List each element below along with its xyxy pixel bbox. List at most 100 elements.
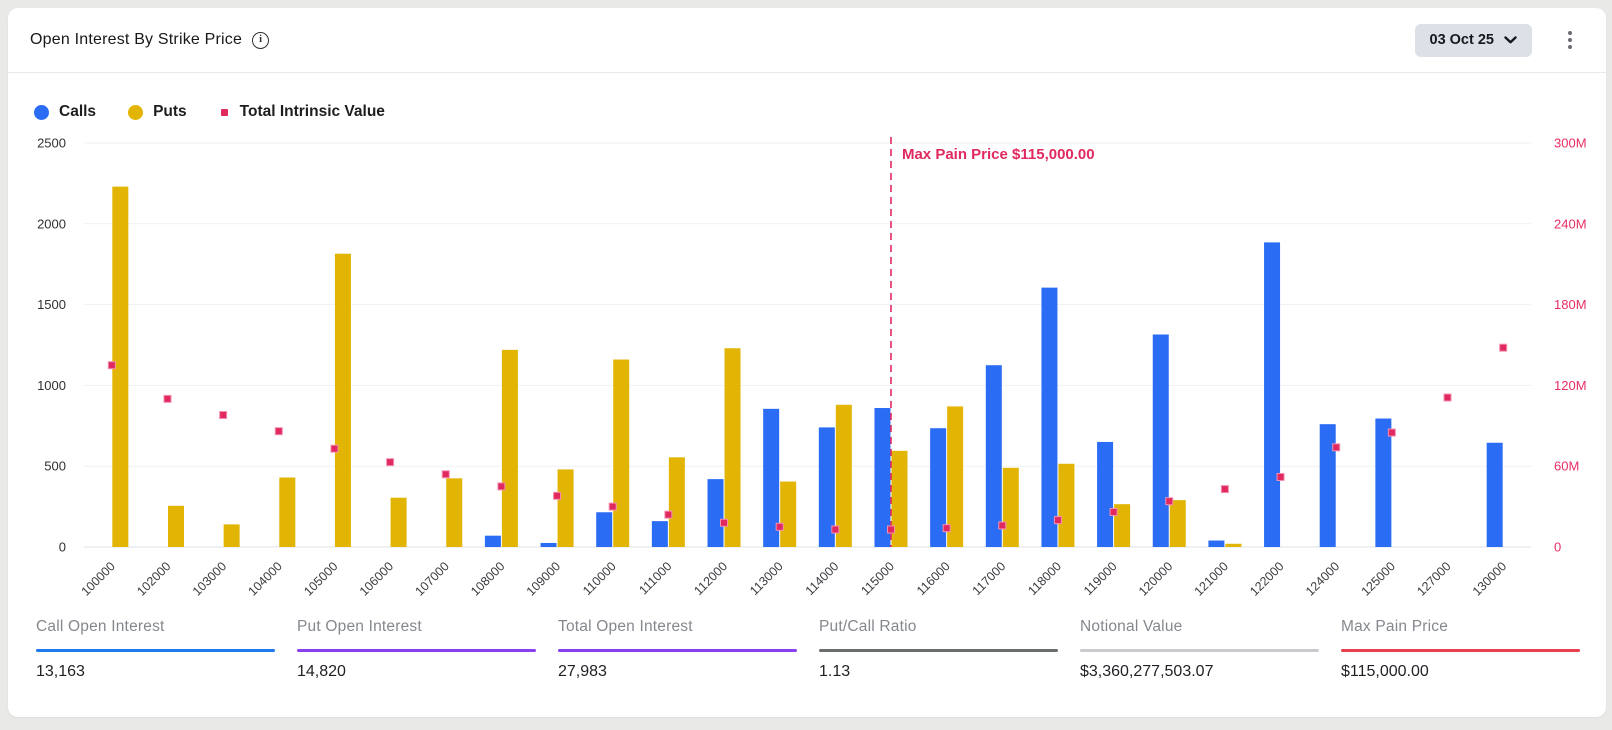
intrinsic-value-dot-106000[interactable] — [387, 459, 394, 466]
date-selector-label: 03 Oct 25 — [1430, 32, 1495, 48]
intrinsic-value-dot-124000[interactable] — [1333, 444, 1340, 451]
kebab-menu-icon[interactable] — [1564, 27, 1576, 53]
intrinsic-value-dot-113000[interactable] — [776, 523, 783, 530]
x-axis-label: 127000 — [1414, 559, 1453, 598]
puts-bar-104000[interactable] — [279, 478, 295, 547]
right-axis-tick: 180M — [1554, 297, 1587, 312]
info-icon[interactable]: i — [252, 32, 269, 49]
intrinsic-value-dot-100000[interactable] — [108, 362, 115, 369]
puts-bar-121000[interactable] — [1225, 544, 1241, 547]
x-axis-label: 111000 — [636, 559, 674, 597]
calls-bar-112000[interactable] — [708, 479, 724, 547]
calls-bar-120000[interactable] — [1153, 334, 1169, 547]
x-axis-label: 108000 — [468, 559, 507, 598]
legend-item-puts[interactable]: Puts — [128, 103, 187, 121]
x-axis-label: 124000 — [1303, 559, 1342, 598]
puts-bar-106000[interactable] — [391, 498, 407, 547]
puts-bar-108000[interactable] — [502, 350, 518, 547]
x-axis-label: 107000 — [412, 559, 451, 598]
intrinsic-value-dot-117000[interactable] — [999, 522, 1006, 529]
right-axis-tick: 0 — [1554, 540, 1561, 555]
stat-call-open-interest: Call Open Interest13,163 — [36, 618, 275, 681]
stat-notional-value: Notional Value$3,360,277,503.07 — [1080, 618, 1319, 681]
intrinsic-value-dot-127000[interactable] — [1444, 394, 1451, 401]
puts-bar-111000[interactable] — [669, 457, 685, 547]
x-axis-label: 121000 — [1192, 559, 1231, 598]
intrinsic-value-dot-120000[interactable] — [1166, 498, 1173, 505]
calls-bar-121000[interactable] — [1208, 541, 1224, 547]
stat-label: Call Open Interest — [36, 618, 275, 636]
intrinsic-value-dot-109000[interactable] — [554, 492, 561, 499]
x-axis-label: 106000 — [357, 559, 396, 598]
calls-bar-111000[interactable] — [652, 521, 668, 547]
x-axis-label: 120000 — [1136, 559, 1175, 598]
intrinsic-value-dot-105000[interactable] — [331, 445, 338, 452]
stat-underline — [36, 649, 275, 652]
calls-bar-110000[interactable] — [596, 512, 612, 547]
x-axis-label: 115000 — [858, 559, 897, 598]
puts-bar-103000[interactable] — [224, 524, 240, 547]
puts-bar-105000[interactable] — [335, 254, 351, 547]
x-axis-label: 112000 — [691, 559, 730, 598]
intrinsic-value-dot-110000[interactable] — [609, 503, 616, 510]
puts-bar-120000[interactable] — [1170, 500, 1186, 547]
stat-underline — [819, 649, 1058, 652]
stat-value: 27,983 — [558, 663, 797, 681]
intrinsic-value-dot-114000[interactable] — [832, 526, 839, 533]
calls-bar-130000[interactable] — [1487, 443, 1503, 547]
puts-bar-110000[interactable] — [613, 360, 629, 547]
legend-circle-icon — [34, 105, 49, 120]
intrinsic-value-dot-108000[interactable] — [498, 483, 505, 490]
x-axis-label: 119000 — [1081, 559, 1120, 598]
stat-label: Max Pain Price — [1341, 618, 1580, 636]
x-axis-label: 114000 — [803, 559, 842, 598]
puts-bar-117000[interactable] — [1003, 468, 1019, 547]
puts-bar-109000[interactable] — [558, 469, 574, 547]
x-axis-label: 116000 — [914, 559, 953, 598]
puts-bar-102000[interactable] — [168, 506, 184, 547]
intrinsic-value-dot-130000[interactable] — [1500, 344, 1507, 351]
intrinsic-value-dot-118000[interactable] — [1054, 517, 1061, 524]
calls-bar-109000[interactable] — [541, 543, 557, 547]
calls-bar-119000[interactable] — [1097, 442, 1113, 547]
page-title: Open Interest By Strike Price — [30, 31, 242, 49]
legend-item-calls[interactable]: Calls — [34, 103, 96, 121]
puts-bar-107000[interactable] — [446, 478, 462, 547]
intrinsic-value-dot-121000[interactable] — [1221, 486, 1228, 493]
intrinsic-value-dot-107000[interactable] — [442, 471, 449, 478]
intrinsic-value-dot-112000[interactable] — [721, 519, 728, 526]
summary-stats: Call Open Interest13,163 Put Open Interes… — [8, 618, 1606, 681]
left-axis-tick: 500 — [44, 459, 66, 474]
calls-bar-108000[interactable] — [485, 536, 501, 547]
intrinsic-value-dot-115000[interactable] — [887, 526, 894, 533]
right-axis-tick: 60M — [1554, 459, 1579, 474]
x-axis-label: 105000 — [301, 559, 340, 598]
legend-item-total-intrinsic-value[interactable]: Total Intrinsic Value — [219, 103, 385, 121]
calls-bar-125000[interactable] — [1375, 419, 1391, 547]
stat-underline — [1341, 649, 1580, 652]
intrinsic-value-dot-119000[interactable] — [1110, 508, 1117, 515]
legend-label: Calls — [59, 103, 96, 121]
calls-bar-117000[interactable] — [986, 365, 1002, 547]
calls-bar-124000[interactable] — [1320, 424, 1336, 547]
intrinsic-value-dot-116000[interactable] — [943, 525, 950, 532]
left-axis-tick: 1000 — [37, 378, 66, 393]
stat-underline — [558, 649, 797, 652]
stat-total-open-interest: Total Open Interest27,983 — [558, 618, 797, 681]
stat-label: Put Open Interest — [297, 618, 536, 636]
puts-bar-113000[interactable] — [780, 482, 796, 547]
x-axis-label: 117000 — [970, 559, 1009, 598]
calls-bar-118000[interactable] — [1041, 288, 1057, 547]
intrinsic-value-dot-104000[interactable] — [275, 428, 282, 435]
x-axis-label: 118000 — [1025, 559, 1064, 598]
calls-bar-122000[interactable] — [1264, 242, 1280, 547]
puts-bar-118000[interactable] — [1058, 464, 1074, 547]
intrinsic-value-dot-111000[interactable] — [665, 511, 672, 518]
date-selector-button[interactable]: 03 Oct 25 — [1415, 24, 1533, 57]
intrinsic-value-dot-122000[interactable] — [1277, 473, 1284, 480]
intrinsic-value-dot-103000[interactable] — [220, 412, 227, 419]
chart-legend: Calls Puts Total Intrinsic Value — [34, 103, 385, 121]
intrinsic-value-dot-125000[interactable] — [1388, 429, 1395, 436]
puts-bar-112000[interactable] — [725, 348, 741, 547]
intrinsic-value-dot-102000[interactable] — [164, 395, 171, 402]
